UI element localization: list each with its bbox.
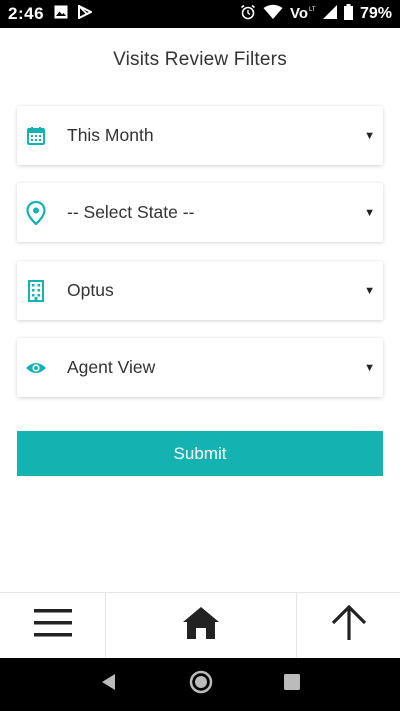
status-bar: 2:46 VoLTE 79% xyxy=(0,0,400,28)
home-icon xyxy=(182,606,220,645)
arrow-up-icon xyxy=(331,604,367,646)
svg-text:LTE: LTE xyxy=(309,7,316,13)
view-select[interactable]: Agent View ▼ xyxy=(17,338,383,397)
dropdown-arrow-icon: ▼ xyxy=(364,206,375,219)
status-time: 2:46 xyxy=(8,4,45,23)
dropdown-arrow-icon: ▼ xyxy=(364,129,375,142)
submit-button[interactable]: Submit xyxy=(17,431,383,476)
date-range-value: This Month xyxy=(67,125,154,145)
battery-percent: 79% xyxy=(359,5,392,22)
home-circle-icon[interactable] xyxy=(188,669,214,700)
eye-icon xyxy=(19,351,53,385)
android-nav-bar xyxy=(0,658,400,711)
state-value: -- Select State -- xyxy=(67,202,195,222)
building-icon xyxy=(19,274,53,308)
gallery-icon xyxy=(54,4,68,24)
page-title: Visits Review Filters xyxy=(113,49,287,70)
location-pin-icon xyxy=(19,196,53,230)
back-icon[interactable] xyxy=(100,673,118,696)
view-value: Agent View xyxy=(67,357,156,377)
signal-icon xyxy=(322,4,337,24)
volte-icon: VoLTE xyxy=(290,4,320,25)
company-value: Optus xyxy=(67,280,114,300)
home-button[interactable] xyxy=(106,593,297,658)
wifi-icon xyxy=(263,4,283,25)
menu-button[interactable] xyxy=(0,593,106,658)
dropdown-arrow-icon: ▼ xyxy=(364,361,375,374)
battery-icon xyxy=(343,3,353,25)
calendar-icon xyxy=(19,119,53,153)
alarm-icon xyxy=(240,4,256,25)
company-select[interactable]: Optus ▼ xyxy=(17,261,383,320)
menu-icon xyxy=(33,607,72,644)
dropdown-arrow-icon: ▼ xyxy=(364,284,375,297)
play-store-icon xyxy=(78,4,94,24)
scroll-top-button[interactable] xyxy=(297,593,400,658)
state-select[interactable]: -- Select State -- ▼ xyxy=(17,183,383,242)
recents-icon[interactable] xyxy=(284,674,300,695)
svg-text:Vo: Vo xyxy=(290,5,308,20)
date-range-select[interactable]: This Month ▼ xyxy=(17,106,383,165)
bottom-nav xyxy=(0,592,400,658)
